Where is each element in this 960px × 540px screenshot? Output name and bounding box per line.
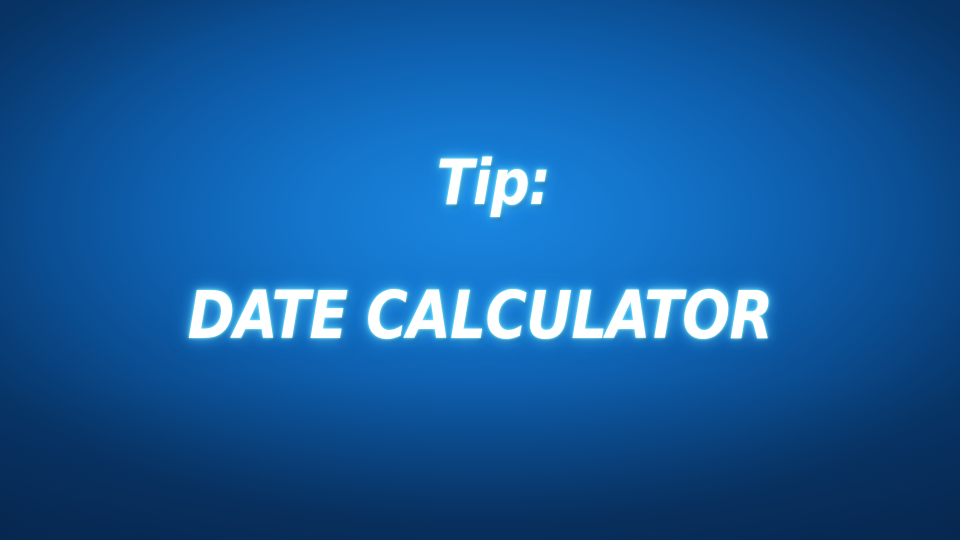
- tip-label: Tip:: [436, 146, 551, 219]
- slide-title: DATE CALCULATOR: [187, 277, 774, 354]
- title-slide: Tip: DATE CALCULATOR: [0, 0, 960, 540]
